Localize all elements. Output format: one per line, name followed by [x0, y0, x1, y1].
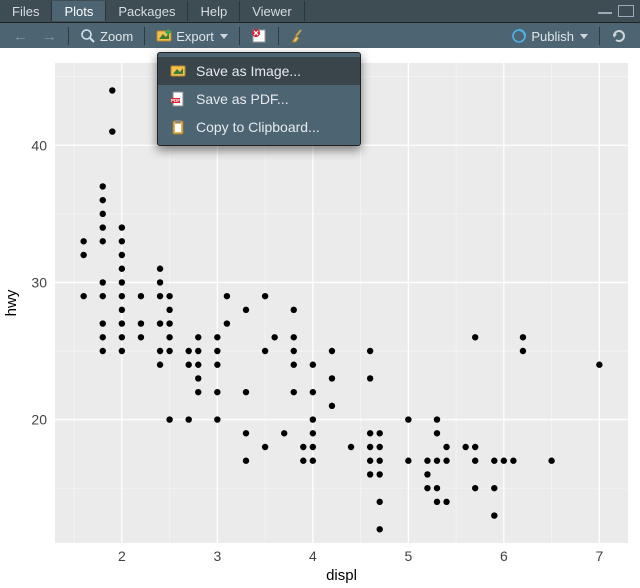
publish-icon — [511, 28, 527, 44]
publish-button[interactable]: Publish — [505, 26, 594, 46]
remove-plot-button[interactable] — [245, 26, 273, 46]
tab-files[interactable]: Files — [0, 1, 52, 21]
zoom-button[interactable]: Zoom — [74, 26, 139, 46]
svg-text:7: 7 — [595, 548, 603, 564]
svg-text:20: 20 — [31, 412, 47, 428]
broom-icon — [290, 28, 306, 44]
caret-down-icon — [580, 34, 588, 39]
prev-plot-button[interactable]: ← — [7, 26, 34, 47]
zoom-label: Zoom — [100, 29, 133, 44]
menu-save-image[interactable]: Save as Image... — [158, 57, 360, 85]
plots-toolbar: ← → Zoom Export Publish — [0, 23, 640, 50]
next-plot-button[interactable]: → — [36, 26, 63, 47]
image-icon — [170, 63, 186, 79]
minimize-pane-icon[interactable] — [598, 12, 612, 14]
clipboard-icon — [170, 119, 186, 135]
export-menu: Save as Image... PDF Save as PDF... Copy… — [157, 52, 361, 146]
menu-save-pdf[interactable]: PDF Save as PDF... — [158, 85, 360, 113]
maximize-pane-icon[interactable] — [618, 5, 634, 17]
tab-viewer[interactable]: Viewer — [240, 1, 305, 21]
publish-label: Publish — [531, 29, 574, 44]
menu-item-label: Save as Image... — [196, 63, 301, 79]
export-button[interactable]: Export — [150, 26, 234, 46]
caret-down-icon — [220, 34, 228, 39]
svg-text:displ: displ — [326, 567, 357, 584]
tab-packages[interactable]: Packages — [106, 1, 188, 21]
menu-item-label: Save as PDF... — [196, 91, 289, 107]
remove-plot-icon — [251, 28, 267, 44]
export-icon — [156, 28, 172, 44]
svg-text:3: 3 — [213, 548, 221, 564]
svg-text:4: 4 — [309, 548, 317, 564]
pdf-icon: PDF — [170, 91, 186, 107]
svg-text:40: 40 — [31, 137, 47, 153]
svg-text:2: 2 — [118, 548, 126, 564]
export-label: Export — [176, 29, 214, 44]
svg-text:30: 30 — [31, 274, 47, 290]
svg-text:6: 6 — [500, 548, 508, 564]
refresh-button[interactable] — [605, 26, 633, 46]
clear-all-button[interactable] — [284, 26, 312, 46]
pane-tabbar: Files Plots Packages Help Viewer — [0, 0, 640, 23]
refresh-icon — [611, 28, 627, 44]
tab-plots[interactable]: Plots — [52, 1, 106, 21]
svg-text:PDF: PDF — [171, 98, 180, 103]
menu-copy-clipboard[interactable]: Copy to Clipboard... — [158, 113, 360, 141]
svg-text:5: 5 — [404, 548, 412, 564]
menu-item-label: Copy to Clipboard... — [196, 119, 320, 135]
tab-help[interactable]: Help — [188, 1, 240, 21]
svg-text:hwy: hwy — [3, 289, 20, 316]
zoom-icon — [80, 28, 96, 44]
